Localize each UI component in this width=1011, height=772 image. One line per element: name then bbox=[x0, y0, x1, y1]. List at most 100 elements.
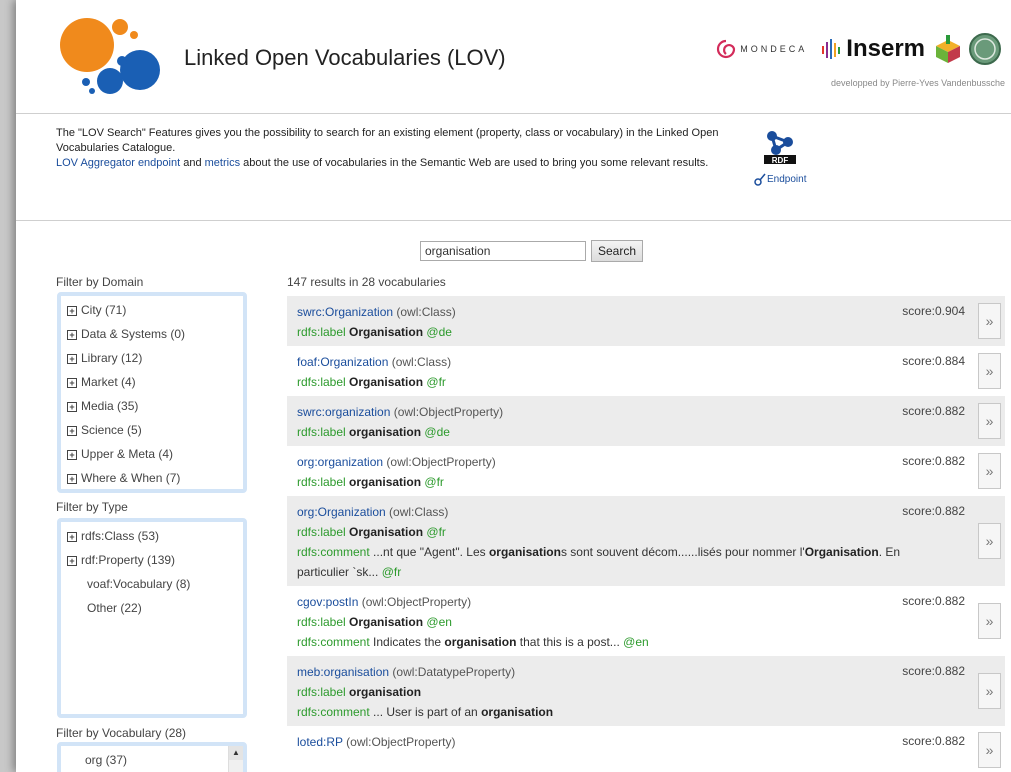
vocabulary-scrollbar[interactable]: ▲ bbox=[228, 746, 243, 772]
filter-domain-label: City (71) bbox=[81, 303, 127, 317]
result-more-button[interactable]: » bbox=[978, 732, 1001, 768]
result-title-line: cgov:postIn (owl:ObjectProperty) bbox=[297, 592, 943, 612]
filter-type-label: voaf:Vocabulary (8) bbox=[87, 577, 191, 591]
filter-domain-label: Market (4) bbox=[81, 375, 136, 389]
filter-domain-item[interactable]: + Media (35) bbox=[67, 398, 243, 422]
result-label-line: rdfs:label organisation @fr bbox=[297, 472, 943, 492]
sponsor-logos: MONDECA Inserm bbox=[716, 32, 1001, 66]
result-label-line: rdfs:label organisation @de bbox=[297, 422, 943, 442]
expand-plus-icon[interactable]: + bbox=[67, 556, 77, 566]
endpoint-label: Endpoint bbox=[767, 174, 807, 185]
result-item: meb:organisation (owl:DatatypeProperty) s… bbox=[287, 656, 1005, 726]
filter-domain-item[interactable]: + Where & When (7) bbox=[67, 470, 243, 494]
result-comment-text: s sont souvent décom......lisés pour nom… bbox=[560, 545, 805, 559]
metrics-link[interactable]: metrics bbox=[205, 157, 240, 169]
result-label-lang: @fr bbox=[423, 525, 446, 539]
filter-domain-item[interactable]: + Data & Systems (0) bbox=[67, 326, 243, 350]
result-label-key: rdfs:label bbox=[297, 685, 350, 699]
search-input[interactable] bbox=[420, 241, 586, 261]
result-score: score:0.904 bbox=[902, 304, 965, 318]
result-score: score:0.882 bbox=[902, 504, 965, 518]
result-uri-link[interactable]: swrc:Organization bbox=[297, 305, 393, 319]
expand-plus-icon[interactable]: + bbox=[67, 532, 77, 542]
result-title-line: foaf:Organization (owl:Class) bbox=[297, 352, 943, 372]
filter-type-item[interactable]: voaf:Vocabulary (8) bbox=[67, 576, 243, 600]
result-type: (owl:ObjectProperty) bbox=[390, 405, 504, 419]
result-item: org:organization (owl:ObjectProperty) sco… bbox=[287, 446, 1005, 496]
results-count: 147 results in 28 vocabularies bbox=[287, 275, 446, 289]
datalift-cube-icon[interactable] bbox=[933, 34, 963, 64]
expand-plus-icon[interactable]: + bbox=[67, 330, 77, 340]
filter-type-item[interactable]: + rdf:Property (139) bbox=[67, 552, 243, 576]
expand-plus-icon[interactable]: + bbox=[67, 306, 77, 316]
result-more-button[interactable]: » bbox=[978, 523, 1001, 559]
filter-vocabulary-item[interactable]: org (37) bbox=[85, 752, 243, 772]
result-more-button[interactable]: » bbox=[978, 403, 1001, 439]
expand-plus-icon[interactable]: + bbox=[67, 450, 77, 460]
result-comment-text: ... User is part of an bbox=[369, 705, 482, 719]
expand-plus-icon[interactable]: + bbox=[67, 354, 77, 364]
result-label-lang: @en bbox=[423, 615, 452, 629]
lov-logo[interactable] bbox=[56, 15, 166, 97]
inserm-logo[interactable]: Inserm bbox=[821, 35, 925, 63]
result-label-value: Organisation bbox=[349, 615, 424, 629]
expand-plus-icon[interactable]: + bbox=[67, 378, 77, 388]
result-comment-text: ...nt que "Agent". Les bbox=[369, 545, 489, 559]
result-label-key: rdfs:label bbox=[297, 525, 350, 539]
result-type: (owl:DatatypeProperty) bbox=[389, 665, 516, 679]
result-uri-link[interactable]: loted:RP bbox=[297, 735, 343, 749]
result-item: swrc:organization (owl:ObjectProperty) sc… bbox=[287, 396, 1005, 446]
mondeca-logo[interactable]: MONDECA bbox=[716, 39, 807, 59]
result-more-button[interactable]: » bbox=[978, 603, 1001, 639]
seal-logo-icon[interactable] bbox=[969, 33, 1001, 65]
result-uri-link[interactable]: org:Organization bbox=[297, 505, 386, 519]
search-button[interactable]: Search bbox=[591, 240, 644, 262]
filter-domain-item[interactable]: + Upper & Meta (4) bbox=[67, 446, 243, 470]
result-label-lang: @fr bbox=[421, 475, 444, 489]
result-comment-highlight: organisation bbox=[444, 635, 517, 649]
filter-type-item[interactable]: Other (22) bbox=[67, 600, 243, 624]
result-comment-lang: @en bbox=[619, 635, 649, 649]
intro-line2: about the use of vocabularies in the Sem… bbox=[240, 157, 709, 169]
filter-domain-item[interactable]: + City (71) bbox=[67, 302, 243, 326]
result-more-button[interactable]: » bbox=[978, 353, 1001, 389]
result-more-button[interactable]: » bbox=[978, 453, 1001, 489]
result-uri-link[interactable]: foaf:Organization bbox=[297, 355, 388, 369]
filter-type-list: + rdfs:Class (53) + rdf:Property (139) voaf:… bbox=[61, 522, 243, 624]
result-more-button[interactable]: » bbox=[978, 673, 1001, 709]
result-uri-link[interactable]: org:organization bbox=[297, 455, 383, 469]
result-label-value: organisation bbox=[349, 425, 422, 439]
filter-type-label: rdfs:Class (53) bbox=[81, 529, 160, 543]
header-divider bbox=[16, 113, 1011, 114]
result-item: cgov:postIn (owl:ObjectProperty) score:0.… bbox=[287, 586, 1005, 656]
result-label-key: rdfs:label bbox=[297, 425, 350, 439]
result-item: swrc:Organization (owl:Class) score:0.904… bbox=[287, 296, 1005, 346]
filter-domain-item[interactable]: + Science (5) bbox=[67, 422, 243, 446]
filter-type-label: rdf:Property (139) bbox=[81, 553, 176, 567]
expand-plus-icon[interactable]: + bbox=[67, 426, 77, 436]
result-uri-link[interactable]: meb:organisation bbox=[297, 665, 389, 679]
filter-type-item[interactable]: + rdfs:Class (53) bbox=[67, 528, 243, 552]
result-type: (owl:Class) bbox=[388, 355, 452, 369]
result-more-button[interactable]: » bbox=[978, 303, 1001, 339]
filter-domain-item[interactable]: + Market (4) bbox=[67, 374, 243, 398]
expand-plus-icon[interactable]: + bbox=[67, 474, 77, 484]
filter-vocabulary-box: org (37) ▲ bbox=[57, 742, 247, 772]
result-uri-link[interactable]: swrc:organization bbox=[297, 405, 390, 419]
result-comment-text: that this is a post... bbox=[516, 635, 620, 649]
result-uri-link[interactable]: cgov:postIn bbox=[297, 595, 358, 609]
result-label-key: rdfs:label bbox=[297, 375, 350, 389]
filter-domain-item[interactable]: + Library (12) bbox=[67, 350, 243, 374]
result-title-line: swrc:organization (owl:ObjectProperty) bbox=[297, 402, 943, 422]
intro-text: The "LOV Search" Features gives you the … bbox=[56, 126, 746, 171]
expand-plus-icon[interactable]: + bbox=[67, 402, 77, 412]
result-score: score:0.884 bbox=[902, 354, 965, 368]
scroll-up-arrow-icon[interactable]: ▲ bbox=[229, 746, 243, 760]
result-item: org:Organization (owl:Class) score:0.882 r… bbox=[287, 496, 1005, 586]
site-title: Linked Open Vocabularies (LOV) bbox=[184, 45, 506, 70]
result-comment-highlight: organisation bbox=[481, 705, 554, 719]
mondeca-swirl-icon bbox=[717, 39, 736, 59]
result-comment-key: rdfs:comment bbox=[297, 635, 370, 649]
aggregator-endpoint-link[interactable]: LOV Aggregator endpoint bbox=[56, 157, 180, 169]
result-label-value: organisation bbox=[349, 685, 422, 699]
